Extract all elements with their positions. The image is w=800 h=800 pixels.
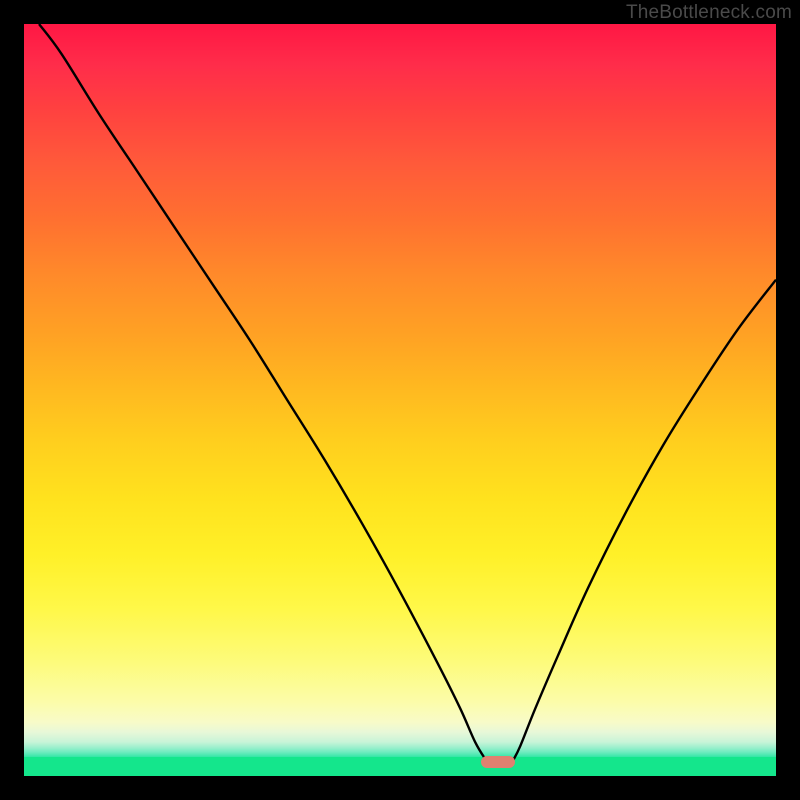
bottleneck-curve	[24, 24, 776, 776]
curve-left-path	[39, 24, 486, 761]
plot-frame	[24, 24, 776, 776]
optimum-marker	[481, 756, 515, 768]
plot-area	[24, 24, 776, 776]
curve-right-path	[513, 280, 776, 761]
watermark-text: TheBottleneck.com	[626, 2, 792, 24]
